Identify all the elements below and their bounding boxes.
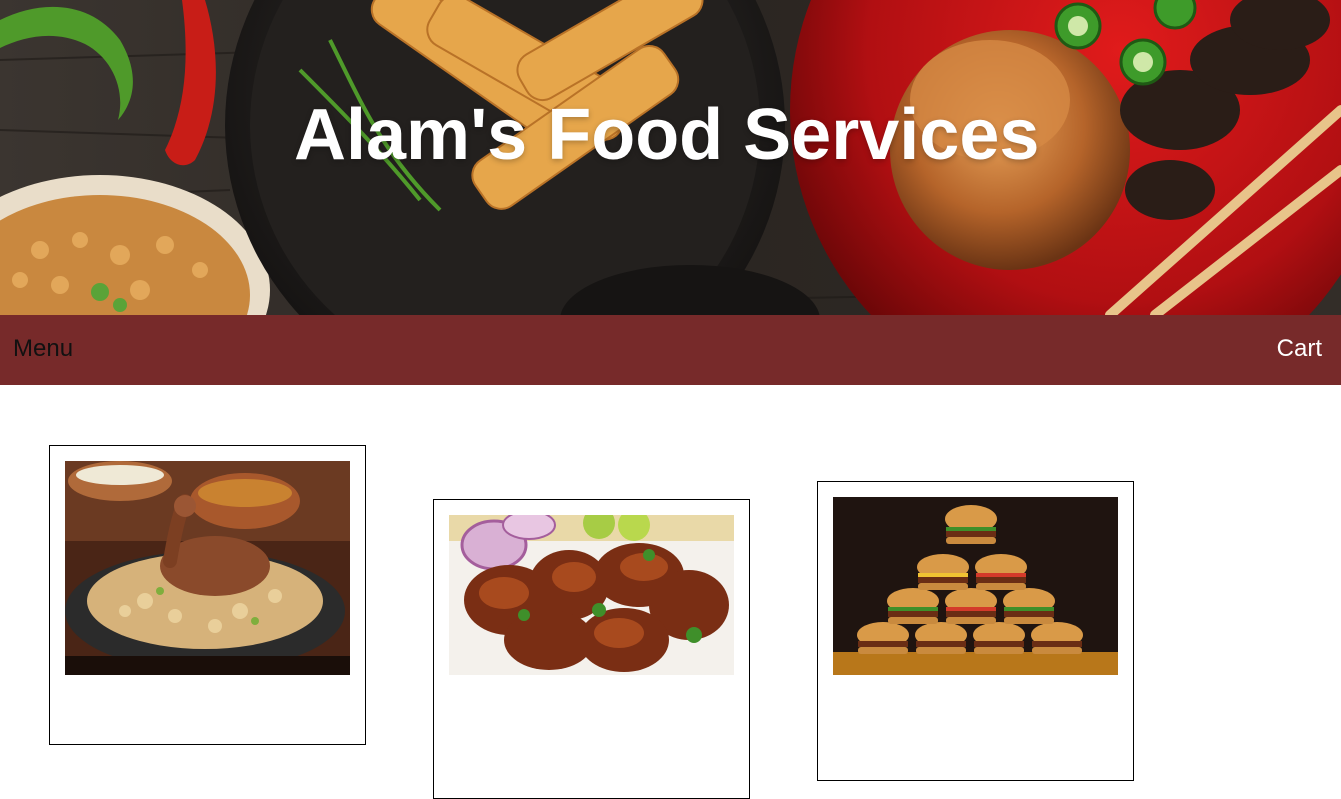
product-card-2[interactable] <box>433 499 750 799</box>
product-card-1[interactable] <box>49 445 366 745</box>
nav-bar: Menu Cart <box>0 315 1341 385</box>
product-image-fried-chicken <box>449 515 734 675</box>
nav-menu-link[interactable]: Menu <box>13 335 73 363</box>
product-card-3[interactable] <box>817 481 1134 781</box>
product-image-burgers <box>833 497 1118 675</box>
site-title: Alam's Food Services <box>294 95 1040 175</box>
product-image-biryani <box>65 461 350 675</box>
nav-cart-link[interactable]: Cart <box>1277 335 1322 363</box>
hero-banner: Alam's Food Services <box>0 0 1341 315</box>
